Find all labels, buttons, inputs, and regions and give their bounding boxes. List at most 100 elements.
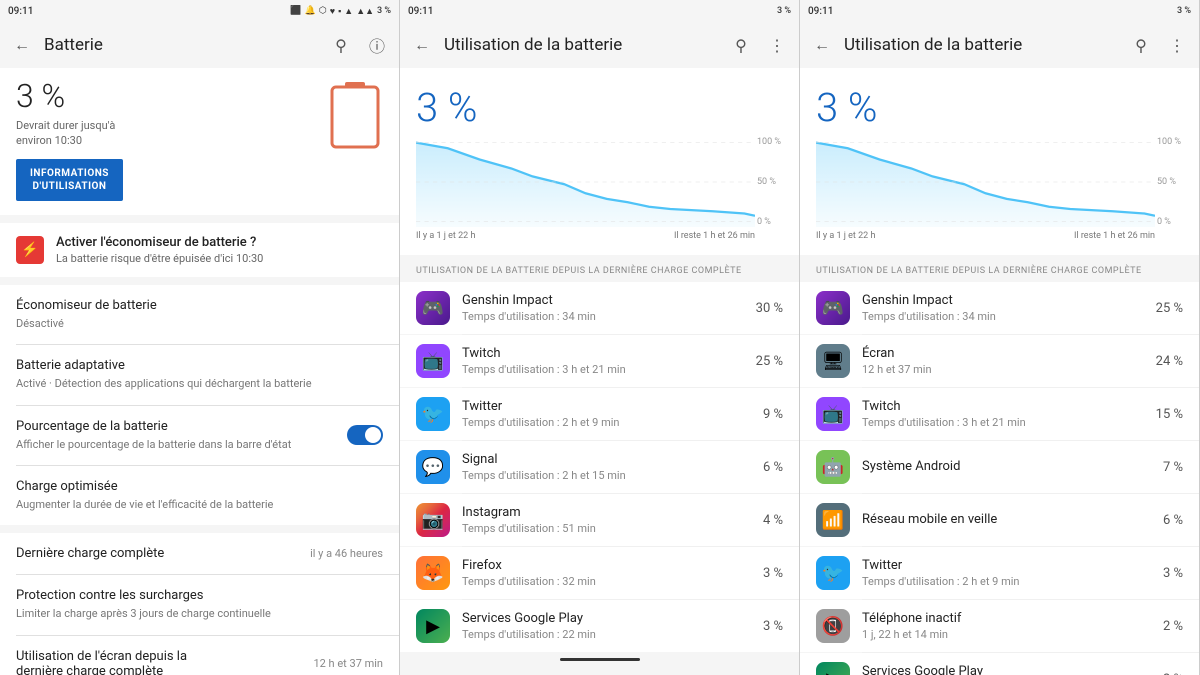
app-name: Genshin Impact [862, 293, 1151, 308]
app-percent: 7 % [1151, 460, 1183, 475]
app-row[interactable]: 💬SignalTemps d'utilisation : 2 h et 15 m… [400, 441, 799, 493]
app-name: Twitter [462, 399, 751, 414]
app-percent: 3 % [751, 619, 783, 634]
app-icon-genshin: 🎮 [816, 291, 850, 325]
app-icon-twitter: 🐦 [416, 397, 450, 431]
page-title-1: Batterie [44, 35, 319, 55]
chart-area-3: 100 % 50 % 0 % [816, 137, 1183, 227]
app-icon-gplay: ▶ [816, 662, 850, 675]
app-info: Genshin ImpactTemps d'utilisation : 34 m… [862, 293, 1151, 323]
app-list-3[interactable]: 🎮 Genshin ImpactTemps d'utilisation : 34 … [800, 282, 1199, 675]
chart-area-2: 100 % 50 % 0 % [416, 137, 783, 227]
app-detail: Temps d'utilisation : 51 min [462, 522, 751, 535]
setting-adaptive[interactable]: Batterie adaptative Activé · Détection d… [0, 345, 399, 404]
app-info: FirefoxTemps d'utilisation : 32 min [462, 558, 751, 588]
alert-text: Activer l'économiseur de batterie ? La b… [56, 235, 263, 265]
more-button-2[interactable]: ⋮ [763, 31, 791, 59]
battery-percent-row: 3 % Devrait durer jusqu'àenviron 10:30 I… [16, 80, 383, 201]
app-name: Twitch [462, 346, 751, 361]
alert-row[interactable]: ⚡ Activer l'économiseur de batterie ? La… [0, 223, 399, 277]
app-info: Réseau mobile en veille [862, 512, 1151, 529]
back-button-3[interactable]: ← [808, 31, 836, 59]
app-info: Système Android [862, 459, 1151, 476]
app-name: Système Android [862, 459, 1151, 474]
app-info: InstagramTemps d'utilisation : 51 min [462, 505, 751, 535]
app-row[interactable]: 🐦 TwitterTemps d'utilisation : 2 h et 9 m… [400, 388, 799, 440]
app-detail: Temps d'utilisation : 32 min [462, 575, 751, 588]
usage-header-3: 3 % 100 % [800, 68, 1199, 255]
app-detail: Temps d'utilisation : 2 h et 9 min [862, 575, 1151, 588]
panel-usage-1: 09:11 3 % ← Utilisation de la batterie ⚲… [400, 0, 800, 675]
status-icons-3: 3 % [1177, 6, 1191, 16]
back-button-2[interactable]: ← [408, 31, 436, 59]
setting-surcharge[interactable]: Protection contre les surcharges Limiter… [0, 575, 399, 634]
app-info: Écran12 h et 37 min [862, 346, 1151, 376]
app-row[interactable]: 🦊FirefoxTemps d'utilisation : 32 min3 % [400, 547, 799, 599]
chart-left-2: Il y a 1 j et 22 h [416, 231, 475, 241]
app-icon-twitch: 📺 [416, 344, 450, 378]
app-detail: Temps d'utilisation : 3 h et 21 min [462, 363, 751, 376]
battery-icon-s2: 3 % [777, 6, 791, 16]
app-detail: 1 j, 22 h et 14 min [862, 628, 1151, 641]
search-button-1[interactable]: ⚲ [327, 31, 355, 59]
app-info: Services Google PlayTemps d'utilisation … [462, 611, 751, 641]
usage-percent-2: 3 % [416, 84, 783, 131]
app-row[interactable]: ▶Services Google PlayTemps d'utilisation… [800, 653, 1199, 675]
app-row[interactable]: 📷InstagramTemps d'utilisation : 51 min4 … [400, 494, 799, 546]
app-row[interactable]: 🐦 Twitter Temps d'utilisation : 2 h et 9 m… [800, 547, 1199, 599]
app-info: Twitch Temps d'utilisation : 3 h et 21 mi… [462, 346, 751, 376]
settings-scroll[interactable]: Économiseur de batterie Désactivé Batter… [0, 285, 399, 675]
usage-header-2: 3 % [400, 68, 799, 255]
more-button-3[interactable]: ⋮ [1163, 31, 1191, 59]
app-row[interactable]: 📺 TwitchTemps d'utilisation : 3 h et 21 m… [800, 388, 1199, 440]
search-button-3[interactable]: ⚲ [1127, 31, 1155, 59]
app-info: TwitterTemps d'utilisation : 2 h et 9 mi… [462, 399, 751, 429]
page-title-3: Utilisation de la batterie [844, 35, 1119, 55]
app-percent: 24 % [1151, 354, 1183, 369]
app-detail: Temps d'utilisation : 34 min [462, 310, 751, 323]
info-usage-button[interactable]: INFORMATIONSD'UTILISATION [16, 159, 123, 201]
heart-icon-1: ♥ [330, 6, 335, 17]
app-row[interactable]: 🤖Système Android7 % [800, 441, 1199, 493]
app-name: Twitch [862, 399, 1151, 414]
usage-percent-3: 3 % [816, 84, 1183, 131]
app-detail: Temps d'utilisation : 2 h et 15 min [462, 469, 751, 482]
app-row[interactable]: 🎮Genshin ImpactTemps d'utilisation : 34 … [400, 282, 799, 334]
app-name: Signal [462, 452, 751, 467]
app-list-2[interactable]: 🎮Genshin ImpactTemps d'utilisation : 34 … [400, 282, 799, 675]
battery-icon-s3: 3 % [1177, 6, 1191, 16]
app-row[interactable]: 📵Téléphone inactif1 j, 22 h et 14 min2 % [800, 600, 1199, 652]
back-button-1[interactable]: ← [8, 31, 36, 59]
top-bar-3: ← Utilisation de la batterie ⚲ ⋮ [800, 22, 1199, 68]
app-icon-network: 📶 [816, 503, 850, 537]
setting-economy[interactable]: Économiseur de batterie Désactivé [0, 285, 399, 344]
setting-optimized[interactable]: Charge optimisée Augmenter la durée de v… [0, 466, 399, 525]
app-icon-instagram: 📷 [416, 503, 450, 537]
app-percent: 3 % [751, 566, 783, 581]
percent-toggle[interactable] [347, 425, 383, 445]
app-icon-twitch: 📺 [816, 397, 850, 431]
app-percent: 30 % [751, 301, 783, 316]
search-button-2[interactable]: ⚲ [727, 31, 755, 59]
app-info: TwitchTemps d'utilisation : 3 h et 21 mi… [862, 399, 1151, 429]
top-bar-2: ← Utilisation de la batterie ⚲ ⋮ [400, 22, 799, 68]
app-row[interactable]: 📺 Twitch Temps d'utilisation : 3 h et 21 m… [400, 335, 799, 387]
chart-right-2: Il reste 1 h et 26 min [674, 231, 755, 241]
app-name: Genshin Impact [462, 293, 751, 308]
app-percent: 2 % [1151, 619, 1183, 634]
setting-percent[interactable]: Pourcentage de la batterie Afficher le p… [0, 406, 399, 465]
status-icons-1: ⬛ 🔔 ⬡ ♥ ▪ ▲ ▲▲ 3 % [290, 6, 391, 17]
app-name: Twitter [862, 558, 1151, 573]
chart-labels-bottom-3: Il y a 1 j et 22 h Il reste 1 h et 26 mi… [816, 231, 1183, 241]
help-button-1[interactable]: ⓘ [363, 31, 391, 59]
app-name: Réseau mobile en veille [862, 512, 1151, 527]
app-row[interactable]: 🎮 Genshin ImpactTemps d'utilisation : 34 … [800, 282, 1199, 334]
chart-left-3: Il y a 1 j et 22 h [816, 231, 875, 241]
app-row[interactable]: 📶Réseau mobile en veille6 % [800, 494, 1199, 546]
panel-battery: 09:11 ⬛ 🔔 ⬡ ♥ ▪ ▲ ▲▲ 3 % ← Batterie ⚲ ⓘ … [0, 0, 400, 675]
panel-usage-2: 09:11 3 % ← Utilisation de la batterie ⚲… [800, 0, 1200, 675]
setting-screen-usage: Utilisation de l'écran depuis la dernièr… [0, 636, 399, 675]
app-row[interactable]: ▶Services Google PlayTemps d'utilisation… [400, 600, 799, 652]
app-row[interactable]: 🖥Écran12 h et 37 min24 % [800, 335, 1199, 387]
app-icon-twitter: 🐦 [816, 556, 850, 590]
